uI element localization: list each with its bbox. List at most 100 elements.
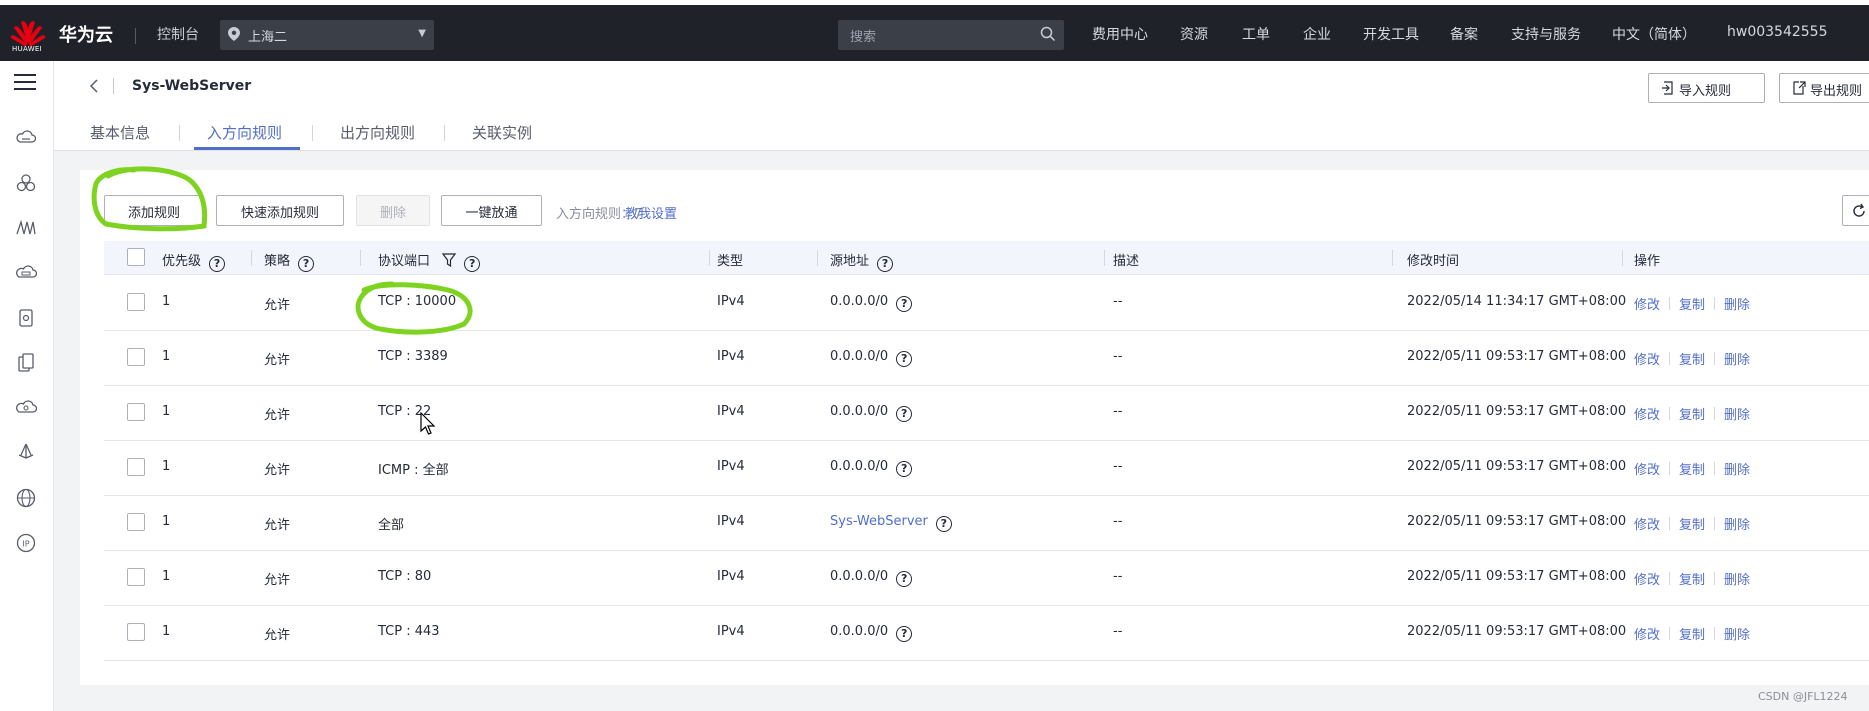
refresh-button[interactable] <box>1842 195 1869 226</box>
delete-link[interactable]: 删除 <box>1724 518 1750 533</box>
nav-enterprise[interactable]: 企业 <box>1303 24 1331 44</box>
col-modified: 修改时间 <box>1407 254 1460 269</box>
divider <box>1669 627 1671 640</box>
source-link[interactable]: Sys-WebServer <box>830 514 928 529</box>
nav-support[interactable]: 支持与服务 <box>1511 24 1581 44</box>
delete-link[interactable]: 删除 <box>1724 408 1750 423</box>
hybrid-cloud-icon[interactable] <box>15 397 37 419</box>
nav-billing[interactable]: 费用中心 <box>1092 24 1148 44</box>
copy-link[interactable]: 复制 <box>1679 518 1705 533</box>
brand-name[interactable]: 华为云 <box>59 21 113 47</box>
edit-link[interactable]: 修改 <box>1634 298 1660 313</box>
select-all-checkbox[interactable] <box>127 248 145 266</box>
help-icon[interactable]: ? <box>935 516 952 532</box>
menu-icon[interactable] <box>14 73 36 91</box>
tab-outbound-rules[interactable]: 出方向规则 <box>340 122 415 143</box>
copy-link[interactable]: 复制 <box>1679 298 1705 313</box>
delete-link[interactable]: 删除 <box>1724 463 1750 478</box>
help-icon[interactable]: ? <box>877 256 894 272</box>
import-rules-button[interactable]: 导入规则 <box>1648 73 1765 103</box>
copy-link[interactable]: 复制 <box>1679 463 1705 478</box>
nav-icp[interactable]: 备案 <box>1450 24 1478 44</box>
search-icon[interactable] <box>1040 26 1056 42</box>
nav-language[interactable]: 中文（简体） <box>1612 24 1696 44</box>
edit-link[interactable]: 修改 <box>1634 408 1660 423</box>
nav-dev-tools[interactable]: 开发工具 <box>1363 24 1419 44</box>
divider <box>1392 250 1393 266</box>
description-cell: -- <box>1113 349 1123 364</box>
source-value: 0.0.0.0/0 <box>830 569 889 584</box>
nav-account[interactable]: hw003542555 <box>1727 24 1828 40</box>
help-link[interactable]: 教我设置 <box>625 203 677 222</box>
export-icon <box>1793 81 1806 95</box>
quick-add-rule-button[interactable]: 快速添加规则 <box>216 195 344 226</box>
priority-cell: 1 <box>162 404 171 419</box>
network-icon[interactable] <box>15 217 37 239</box>
export-rules-button[interactable]: 导出规则 <box>1779 73 1869 103</box>
container-icon[interactable] <box>15 352 37 374</box>
add-rule-button[interactable]: 添加规则 <box>104 195 204 226</box>
priority-cell: 1 <box>162 459 171 474</box>
delete-link[interactable]: 删除 <box>1724 628 1750 643</box>
description-cell: -- <box>1113 404 1123 419</box>
row-checkbox[interactable] <box>127 293 145 311</box>
allow-all-button[interactable]: 一键放通 <box>441 195 542 226</box>
delete-button[interactable]: 删除 <box>356 195 430 226</box>
edit-link[interactable]: 修改 <box>1634 628 1660 643</box>
edit-link[interactable]: 修改 <box>1634 463 1660 478</box>
edit-link[interactable]: 修改 <box>1634 353 1660 368</box>
filter-icon[interactable] <box>441 253 457 268</box>
help-icon[interactable]: ? <box>896 626 913 642</box>
table-row: 1 允许 TCP : 443 IPv4 0.0.0.0/0? -- 2022/0… <box>104 606 1869 661</box>
row-checkbox[interactable] <box>127 513 145 531</box>
ip-icon[interactable]: IP <box>15 532 37 554</box>
help-icon[interactable]: ? <box>896 351 913 367</box>
divider <box>1714 517 1716 530</box>
delete-link[interactable]: 删除 <box>1724 353 1750 368</box>
edit-link[interactable]: 修改 <box>1634 573 1660 588</box>
source-cell: 0.0.0.0/0? <box>830 294 913 312</box>
region-select[interactable]: 上海二 ▼ <box>220 20 434 50</box>
col-policy-label: 策略 <box>264 254 291 269</box>
storage-icon[interactable] <box>15 262 37 284</box>
help-icon[interactable]: ? <box>896 571 913 587</box>
modified-time-cell: 2022/05/11 09:53:17 GMT+08:00 <box>1407 514 1627 529</box>
back-arrow-icon[interactable] <box>89 78 99 94</box>
row-checkbox[interactable] <box>127 458 145 476</box>
globe-icon[interactable] <box>15 487 37 509</box>
help-icon[interactable]: ? <box>896 461 913 477</box>
source-cell: 0.0.0.0/0? <box>830 404 913 422</box>
priority-cell: 1 <box>162 349 171 364</box>
help-icon[interactable]: ? <box>896 406 913 422</box>
row-checkbox[interactable] <box>127 568 145 586</box>
search-input[interactable]: 搜索 <box>838 20 1064 50</box>
tab-associated-instances[interactable]: 关联实例 <box>472 122 532 143</box>
console-link[interactable]: 控制台 <box>157 24 199 44</box>
help-icon[interactable]: ? <box>464 256 481 272</box>
copy-link[interactable]: 复制 <box>1679 628 1705 643</box>
edit-link[interactable]: 修改 <box>1634 518 1660 533</box>
row-checkbox[interactable] <box>127 348 145 366</box>
delete-link[interactable]: 删除 <box>1724 573 1750 588</box>
help-icon[interactable]: ? <box>298 256 315 272</box>
database-icon[interactable] <box>15 307 37 329</box>
vpn-icon[interactable] <box>15 442 37 464</box>
modified-time-cell: 2022/05/14 11:34:17 GMT+08:00 <box>1407 294 1627 309</box>
delete-link[interactable]: 删除 <box>1724 298 1750 313</box>
row-checkbox[interactable] <box>127 403 145 421</box>
nav-tickets[interactable]: 工单 <box>1242 24 1270 44</box>
copy-link[interactable]: 复制 <box>1679 353 1705 368</box>
cluster-icon[interactable] <box>15 172 37 194</box>
tab-inbound-rules[interactable]: 入方向规则 <box>207 122 282 143</box>
copy-link[interactable]: 复制 <box>1679 573 1705 588</box>
row-checkbox[interactable] <box>127 623 145 641</box>
copy-link[interactable]: 复制 <box>1679 408 1705 423</box>
nav-resources[interactable]: 资源 <box>1180 24 1208 44</box>
tab-basic-info[interactable]: 基本信息 <box>90 122 150 143</box>
type-cell: IPv4 <box>717 294 745 309</box>
divider <box>1714 627 1716 640</box>
table-row: 1 允许 TCP : 3389 IPv4 0.0.0.0/0? -- 2022/… <box>104 331 1869 386</box>
help-icon[interactable]: ? <box>896 296 913 312</box>
cloud-server-icon[interactable] <box>15 127 37 149</box>
help-icon[interactable]: ? <box>209 256 226 272</box>
